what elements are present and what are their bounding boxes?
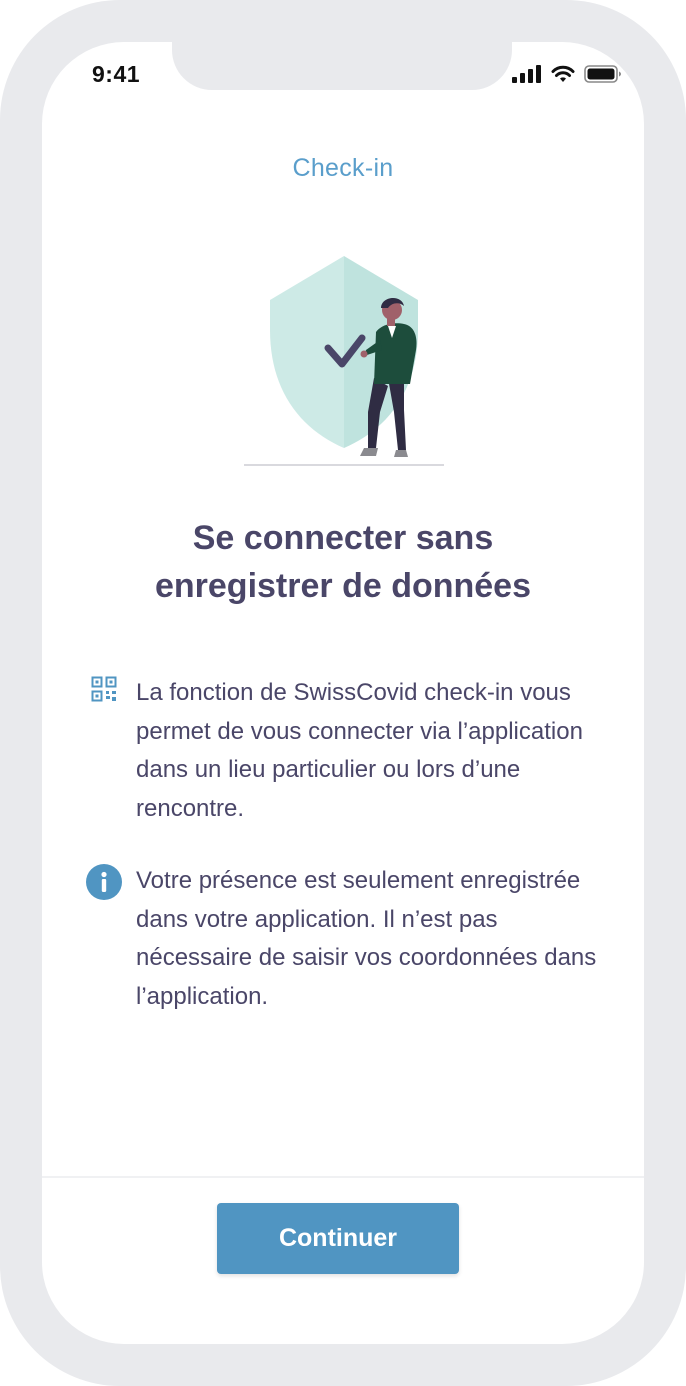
continue-button[interactable]: Continuer: [217, 1203, 459, 1274]
qr-code-icon: [91, 676, 117, 828]
nav-title: Check-in: [292, 154, 394, 182]
info-icon: [86, 864, 122, 1016]
info-text-qr: La fonction de SwissCovid check-in vous …: [136, 679, 583, 822]
headline-line-2: enregistrer de données: [154, 567, 531, 605]
wifi-icon: [551, 65, 575, 83]
headline: Se connecter sans enregistrer de données: [82, 514, 604, 610]
info-item-privacy: Votre présence est seulement enregistrée…: [72, 862, 612, 1016]
info-item-qr: La fonction de SwissCovid check-in vous …: [72, 674, 612, 828]
device-frame: 9:41 Check-in Se connecter sans enregist…: [0, 0, 686, 1386]
device-notch: [172, 42, 512, 90]
info-text-privacy: Votre présence est seulement enregistrée…: [136, 867, 597, 1010]
footer-divider: [42, 1176, 644, 1178]
status-time: 9:41: [92, 61, 141, 87]
battery-icon: [584, 65, 622, 83]
headline-line-1: Se connecter sans: [192, 519, 494, 557]
cellular-signal-icon: [512, 65, 542, 83]
status-icons: [512, 64, 622, 84]
app-screen: 9:41 Check-in Se connecter sans enregist…: [42, 42, 644, 1344]
shield-person-illustration: [242, 252, 446, 468]
